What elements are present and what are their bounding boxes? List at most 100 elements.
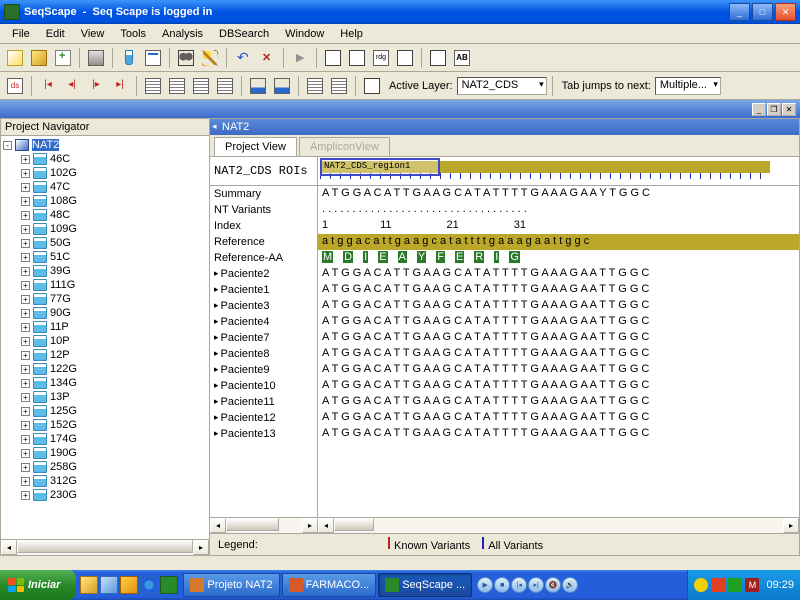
media-mute-button[interactable]: 🔇: [545, 577, 561, 593]
seq-row-label-patient[interactable]: Paciente12: [210, 410, 317, 426]
ds-button[interactable]: ds: [4, 75, 26, 97]
expand-icon[interactable]: +: [21, 155, 30, 164]
expand-icon[interactable]: +: [21, 309, 30, 318]
expand-icon[interactable]: +: [21, 253, 30, 262]
media-stop-button[interactable]: ■: [494, 577, 510, 593]
expand-icon[interactable]: +: [21, 225, 30, 234]
seq-row-content-patient[interactable]: A T G G A C A T T G A A G C A T A T T T …: [318, 426, 799, 442]
open-button[interactable]: [28, 47, 50, 69]
view2-button[interactable]: [346, 47, 368, 69]
expand-icon[interactable]: +: [21, 393, 30, 402]
ql-desktop-icon[interactable]: [100, 576, 118, 594]
tool-c-button[interactable]: [190, 75, 212, 97]
seq-row-content-patient[interactable]: A T G G A C A T T G A A G C A T A T T T …: [318, 282, 799, 298]
ql-app-icon[interactable]: [160, 576, 178, 594]
expand-icon[interactable]: +: [21, 295, 30, 304]
seq-row-content-patient[interactable]: A T G G A C A T T G A A G C A T A T T T …: [318, 314, 799, 330]
scroll-right-button[interactable]: ▸: [783, 518, 799, 533]
tray-icon[interactable]: [694, 578, 708, 592]
seq-row-content[interactable]: . . . . . . . . . . . . . . . . . . . . …: [318, 202, 799, 218]
print-button[interactable]: [85, 47, 107, 69]
tab-project-view[interactable]: Project View: [214, 137, 297, 156]
tree-sample[interactable]: +111G: [21, 278, 207, 292]
scroll-right-button[interactable]: ▸: [193, 540, 209, 555]
tree-sample[interactable]: +77G: [21, 292, 207, 306]
menuitem-window[interactable]: Window: [277, 26, 332, 42]
tree-root[interactable]: -NAT2: [3, 138, 207, 152]
nav-next-button[interactable]: |▸: [85, 75, 107, 97]
tool-d-button[interactable]: [214, 75, 236, 97]
tray-icon[interactable]: [711, 578, 725, 592]
expand-icon[interactable]: +: [21, 435, 30, 444]
tree-sample[interactable]: +50G: [21, 236, 207, 250]
expand-icon[interactable]: +: [21, 239, 30, 248]
tab-jumps-combo[interactable]: Multiple...: [655, 77, 721, 95]
tree-sample[interactable]: +230G: [21, 488, 207, 502]
seq-row-label-patient[interactable]: Paciente10: [210, 378, 317, 394]
expand-icon[interactable]: +: [21, 211, 30, 220]
grid1-button[interactable]: [304, 75, 326, 97]
tree-sample[interactable]: +312G: [21, 474, 207, 488]
task-button[interactable]: Projeto NAT2: [183, 573, 279, 597]
scroll-left-button[interactable]: ◂: [210, 518, 226, 533]
mdi-minimize-button[interactable]: _: [752, 103, 766, 116]
task-button[interactable]: FARMACO...: [282, 573, 377, 597]
expand-icon[interactable]: +: [21, 365, 30, 374]
tree-sample[interactable]: +13P: [21, 390, 207, 404]
active-layer-combo[interactable]: NAT2_CDS: [457, 77, 547, 95]
tray-icon[interactable]: [728, 578, 742, 592]
tree-sample[interactable]: +134G: [21, 376, 207, 390]
seq-row-label-patient[interactable]: Paciente1: [210, 282, 317, 298]
new-button[interactable]: [4, 47, 26, 69]
seq-row-label-patient[interactable]: Paciente2: [210, 266, 317, 282]
tree-sample[interactable]: +108G: [21, 194, 207, 208]
tree-sample[interactable]: +190G: [21, 446, 207, 460]
media-prev-button[interactable]: |◂: [511, 577, 527, 593]
nav-h-scrollbar[interactable]: ◂ ▸: [1, 539, 209, 555]
project-tree[interactable]: -NAT2+46C+102G+47C+108G+48C+109G+50G+51C…: [1, 136, 209, 539]
seq-row-content-patient[interactable]: A T G G A C A T T G A A G C A T A T T T …: [318, 298, 799, 314]
seq-row-content[interactable]: 1 11 21 31: [318, 218, 799, 234]
tree-sample[interactable]: +90G: [21, 306, 207, 320]
tree-sample[interactable]: +258G: [21, 460, 207, 474]
seq-row-content[interactable]: a t g g a c a t t g a a g c a t a t t t …: [318, 234, 799, 250]
mdi-restore-button[interactable]: ❐: [767, 103, 781, 116]
menuitem-analysis[interactable]: Analysis: [154, 26, 211, 42]
nav-prev-button[interactable]: ◂|: [61, 75, 83, 97]
rois-area[interactable]: NAT2_CDS_region1: [318, 157, 799, 185]
start-button[interactable]: Iniciar: [0, 570, 76, 600]
labels-h-scrollbar[interactable]: ◂ ▸: [210, 517, 318, 533]
nav-end-button[interactable]: ▸|: [109, 75, 131, 97]
tree-sample[interactable]: +122G: [21, 362, 207, 376]
tree-sample[interactable]: +48C: [21, 208, 207, 222]
scroll-thumb[interactable]: [334, 518, 374, 531]
minimize-button[interactable]: _: [729, 3, 750, 21]
seq-row-label-patient[interactable]: Paciente3: [210, 298, 317, 314]
menuitem-tools[interactable]: Tools: [112, 26, 154, 42]
expand-icon[interactable]: +: [21, 449, 30, 458]
seq-h-scrollbar[interactable]: ◂ ▸: [318, 517, 799, 533]
expand-icon[interactable]: +: [21, 183, 30, 192]
tree-sample[interactable]: +46C: [21, 152, 207, 166]
scroll-right-button[interactable]: ▸: [302, 518, 318, 533]
mdi-close-button[interactable]: ✕: [782, 103, 796, 116]
maximize-button[interactable]: □: [752, 3, 773, 21]
tray-icon[interactable]: M: [745, 578, 759, 592]
view3-button[interactable]: [394, 47, 416, 69]
rdg-button[interactable]: rdg: [370, 47, 392, 69]
tree-sample[interactable]: +12P: [21, 348, 207, 362]
expand-icon[interactable]: +: [21, 169, 30, 178]
ql-folder-icon[interactable]: [80, 576, 98, 594]
expand-icon[interactable]: +: [21, 407, 30, 416]
ql-outlook-icon[interactable]: [120, 576, 138, 594]
sequence-content[interactable]: A T G G A C A T T G A A G C A T A T T T …: [318, 186, 799, 517]
expand-icon[interactable]: +: [21, 491, 30, 500]
seq-row-content-patient[interactable]: A T G G A C A T T G A A G C A T A T T T …: [318, 378, 799, 394]
tree-sample[interactable]: +174G: [21, 432, 207, 446]
seq-row-label-patient[interactable]: Paciente4: [210, 314, 317, 330]
nav-begin-button[interactable]: |◂: [37, 75, 59, 97]
delete-button[interactable]: [256, 47, 278, 69]
find-button[interactable]: [175, 47, 197, 69]
tab-ampliconview[interactable]: AmpliconView: [299, 137, 390, 156]
tree-sample[interactable]: +10P: [21, 334, 207, 348]
